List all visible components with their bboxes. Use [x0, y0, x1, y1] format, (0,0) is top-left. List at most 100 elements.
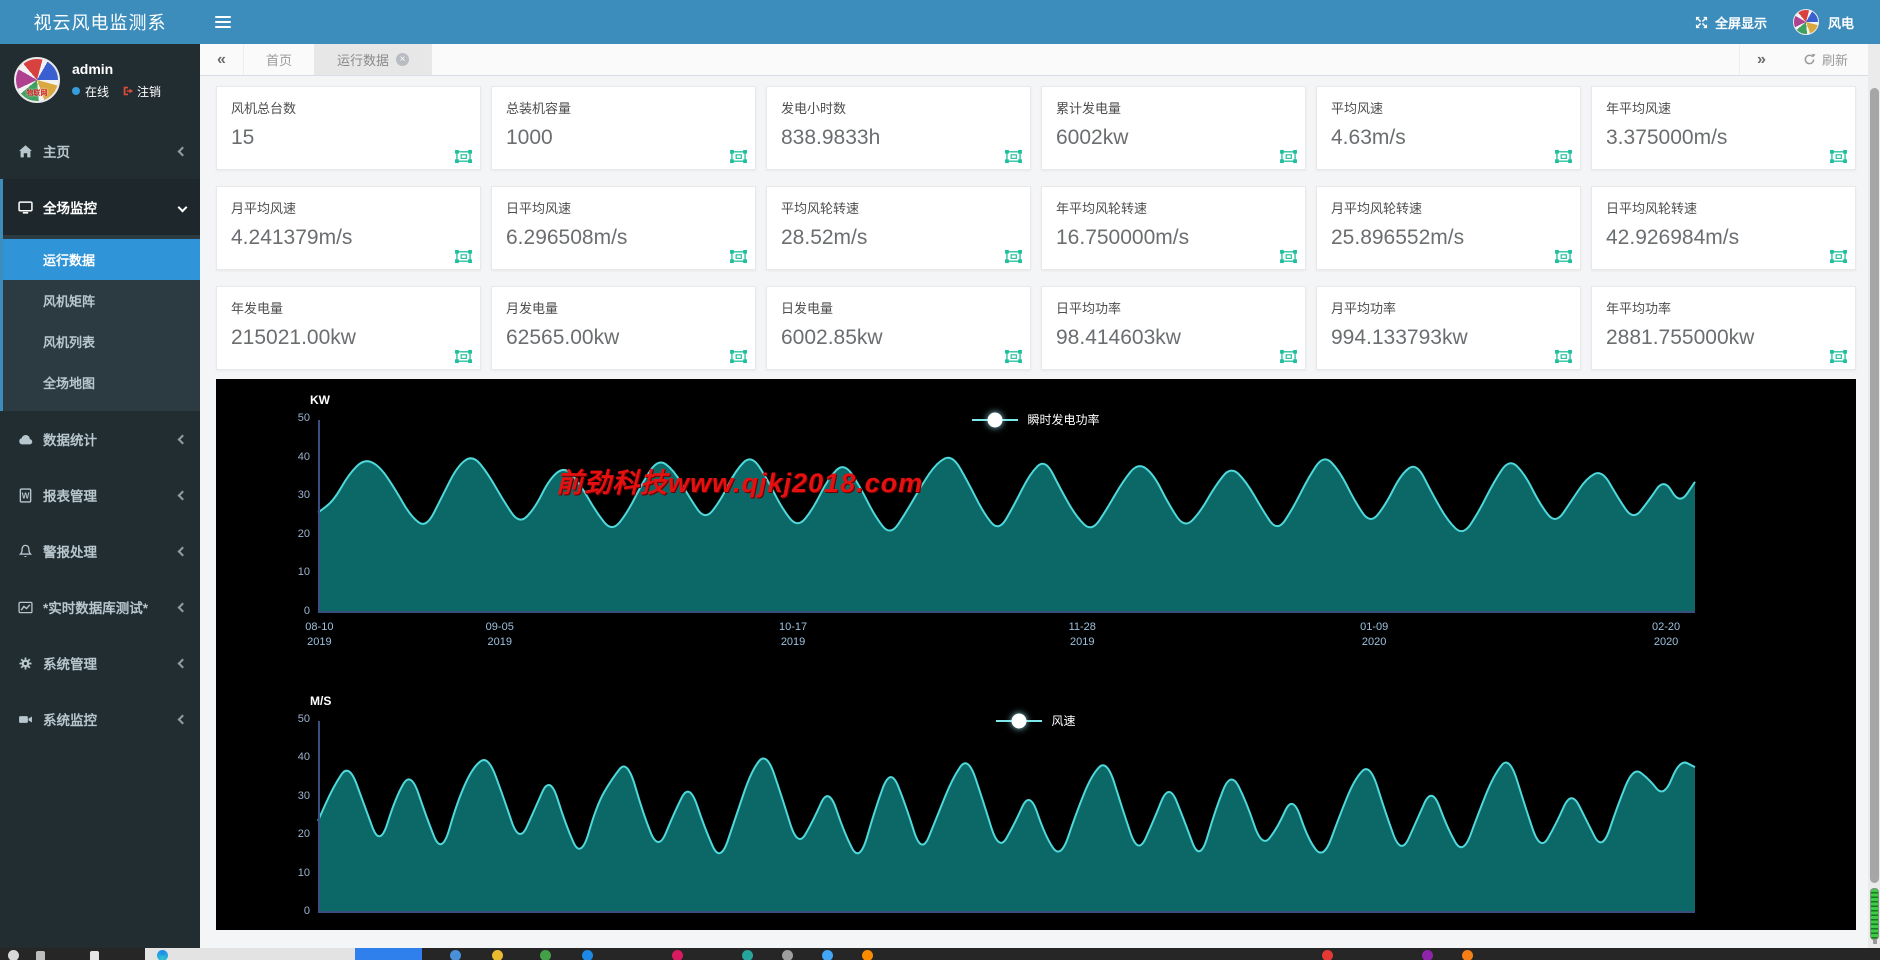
sidebar-item-label: *实时数据库测试* [43, 601, 149, 616]
screen-selection-icon[interactable] [1554, 349, 1573, 364]
legend-line-icon [996, 713, 1043, 728]
refresh-button[interactable]: 刷新 [1783, 44, 1868, 75]
screen-selection-icon[interactable] [1004, 349, 1023, 364]
stat-card-value: 42.926984m/s [1606, 226, 1740, 249]
tabs-scroll-left-icon[interactable]: « [200, 44, 244, 75]
legend-item[interactable]: 风速 [996, 712, 1076, 729]
area-chart [317, 420, 1696, 613]
sidebar-toggle-icon[interactable] [200, 0, 246, 44]
screen-selection-icon[interactable] [729, 149, 748, 164]
sidebar-item-alarm[interactable]: 警报处理 [0, 523, 200, 579]
camera-icon [17, 711, 33, 727]
taskbar-icon[interactable] [582, 950, 593, 960]
screen-selection-icon[interactable] [1279, 249, 1298, 264]
tab-home[interactable]: 首页 [244, 44, 316, 75]
x-axis-tick-label: 10-17 2019 [778, 621, 808, 648]
stat-card-value: 4.63m/s [1331, 126, 1406, 149]
taskbar-icon[interactable] [492, 950, 503, 960]
taskbar-icon[interactable] [822, 950, 833, 960]
taskbar-search-icon [8, 950, 19, 960]
stat-card-label: 日平均风轮转速 [1606, 201, 1698, 216]
legend-item[interactable]: 瞬时发电功率 [972, 411, 1100, 428]
taskbar-active-item[interactable] [355, 948, 422, 960]
screen-selection-icon[interactable] [1279, 149, 1298, 164]
sidebar-item-field-map[interactable]: 全场地图 [3, 362, 200, 403]
screen-selection-icon[interactable] [1554, 249, 1573, 264]
taskbar-icon[interactable] [1322, 950, 1333, 960]
stat-card-value: 62565.00kw [506, 326, 620, 349]
screen-selection-icon[interactable] [1004, 249, 1023, 264]
stat-card: 风机总台数 15 [216, 86, 481, 170]
screen-selection-icon[interactable] [1829, 349, 1848, 364]
taskbar-icon[interactable] [540, 950, 551, 960]
report-icon: W [17, 487, 33, 503]
sidebar-item-turbine-matrix[interactable]: 风机矩阵 [3, 280, 200, 321]
sidebar-item-data-stats[interactable]: 数据统计 [0, 411, 200, 467]
tabs-scroll-right-icon[interactable]: » [1738, 44, 1783, 75]
main-content: « 首页 运行数据 × » 刷新 风机总台数 15 总装机容量 1000 发电小… [200, 44, 1868, 948]
top-header: 视云风电监测系 全屏显示 风电 [0, 0, 1880, 44]
refresh-label: 刷新 [1821, 53, 1848, 68]
stat-card-value: 6.296508m/s [506, 226, 628, 249]
chevron-left-icon [177, 490, 188, 500]
y-axis-tick-label: 20 [297, 828, 310, 841]
stat-card-value: 3.375000m/s [1606, 126, 1728, 149]
taskbar-icon[interactable] [672, 950, 683, 960]
sidebar-item-system-monitor[interactable]: 系统监控 [0, 691, 200, 747]
taskbar-browser-item[interactable] [145, 948, 355, 960]
fullscreen-button[interactable]: 全屏显示 [1695, 13, 1767, 32]
taskbar-icon[interactable] [450, 950, 461, 960]
sidebar-item-turbine-list[interactable]: 风机列表 [3, 321, 200, 362]
stat-card-value: 4.241379m/s [231, 226, 353, 249]
user-menu[interactable]: 风电 [1792, 9, 1854, 35]
screen-selection-icon[interactable] [454, 249, 473, 264]
y-axis-tick-label: 0 [303, 605, 310, 617]
logout-label: 注销 [137, 84, 162, 99]
tab-running-data[interactable]: 运行数据 × [315, 44, 433, 75]
area-chart [317, 721, 1696, 913]
taskbar-start-area[interactable] [0, 948, 145, 960]
taskbar-icon[interactable] [1462, 950, 1473, 960]
app-logo[interactable]: 视云风电监测系 [0, 0, 200, 44]
screen-selection-icon[interactable] [454, 149, 473, 164]
avatar [1792, 9, 1819, 35]
sidebar-item-running-data[interactable]: 运行数据 [3, 239, 200, 280]
screen-selection-icon[interactable] [1829, 149, 1848, 164]
sidebar-item-report-mgmt[interactable]: W 报表管理 [0, 467, 200, 523]
stat-card-label: 月平均功率 [1331, 301, 1397, 316]
stat-card: 总装机容量 1000 [491, 86, 756, 170]
taskbar-icon[interactable] [862, 950, 873, 960]
screen-selection-icon[interactable] [1279, 349, 1298, 364]
chart-line-icon [17, 599, 33, 615]
screen-selection-icon[interactable] [1829, 249, 1848, 264]
taskbar [0, 948, 1880, 960]
stat-card: 日平均风速 6.296508m/s [491, 186, 756, 270]
screen-selection-icon[interactable] [1554, 149, 1573, 164]
y-axis-tick-label: 40 [297, 751, 310, 764]
screen-selection-icon[interactable] [454, 349, 473, 364]
close-tab-icon[interactable]: × [396, 53, 410, 66]
taskbar-icon-tray [422, 948, 1880, 960]
stat-card-value: 1000 [506, 126, 553, 149]
screen-selection-icon[interactable] [729, 349, 748, 364]
sidebar-item-field-monitor[interactable]: 全场监控 [3, 179, 200, 235]
stat-card-label: 平均风速 [1331, 101, 1384, 116]
sidebar-item-realtime-db-test[interactable]: *实时数据库测试* [0, 579, 200, 635]
sidebar-submenu: 运行数据 风机矩阵 风机列表 全场地图 [3, 235, 200, 411]
stat-card-label: 总装机容量 [506, 101, 572, 116]
scrollbar-thumb[interactable] [1869, 88, 1879, 883]
taskbar-icon[interactable] [782, 950, 793, 960]
stat-card-label: 年平均风轮转速 [1056, 201, 1148, 216]
sidebar-item-system-mgmt[interactable]: 系统管理 [0, 635, 200, 691]
screen-selection-icon[interactable] [729, 249, 748, 264]
screen-selection-icon[interactable] [1004, 149, 1023, 164]
sidebar-item-home[interactable]: 主页 [0, 123, 200, 179]
taskbar-icon[interactable] [1422, 950, 1433, 960]
taskbar-icon[interactable] [742, 950, 753, 960]
stat-card-value: 994.133793kw [1331, 326, 1468, 349]
logout-button[interactable]: 注销 [122, 83, 161, 100]
y-axis-tick-label: 30 [297, 489, 310, 502]
scrollbar[interactable] [1868, 44, 1880, 948]
svg-text:W: W [21, 491, 29, 500]
avatar: 物联网 [14, 57, 60, 103]
